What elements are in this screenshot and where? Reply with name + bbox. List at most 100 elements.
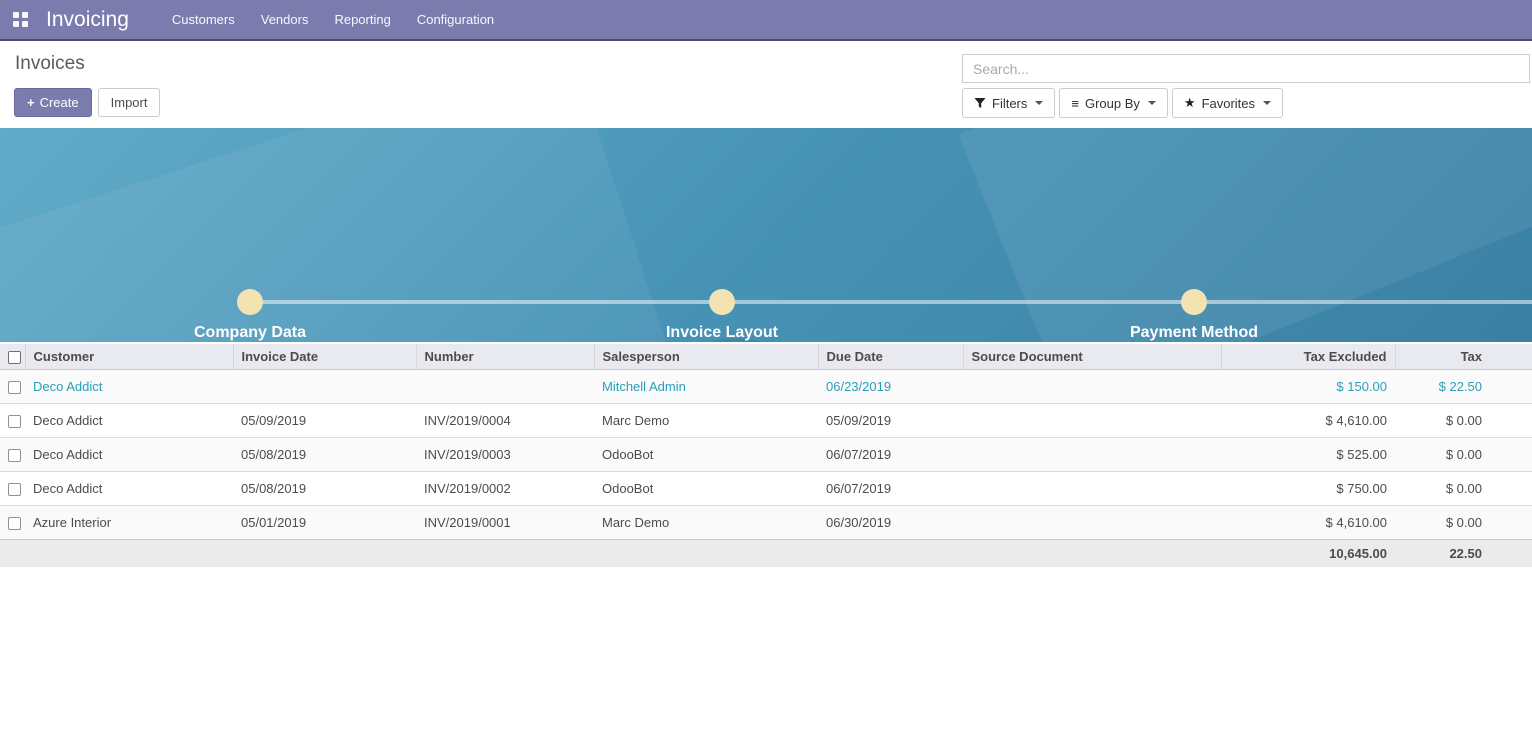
- tax-excluded-total: 10,645.00: [1221, 540, 1395, 568]
- table-row[interactable]: Deco Addict 05/09/2019 INV/2019/0004 Mar…: [0, 404, 1532, 438]
- onboarding-progress-line: [250, 300, 1532, 304]
- cell-tax-excluded[interactable]: $ 4,610.00: [1221, 506, 1395, 540]
- cell-tax[interactable]: $ 22.50: [1395, 370, 1532, 404]
- cell-customer[interactable]: Deco Addict: [25, 472, 233, 506]
- table-row[interactable]: Deco Addict Mitchell Admin 06/23/2019 $ …: [0, 370, 1532, 404]
- column-source-document[interactable]: Source Document: [963, 344, 1221, 370]
- tax-total: 22.50: [1395, 540, 1532, 568]
- cell-tax-excluded[interactable]: $ 4,610.00: [1221, 404, 1395, 438]
- table-footer-row: 10,645.00 22.50: [0, 540, 1532, 568]
- menu-reporting[interactable]: Reporting: [321, 0, 403, 40]
- create-button[interactable]: +Create: [14, 88, 92, 117]
- step-dot-payment-method: [1181, 289, 1207, 315]
- table-row[interactable]: Deco Addict 05/08/2019 INV/2019/0003 Odo…: [0, 438, 1532, 472]
- cell-source-document[interactable]: [963, 438, 1221, 472]
- cell-tax-excluded[interactable]: $ 525.00: [1221, 438, 1395, 472]
- filter-icon: [974, 97, 986, 109]
- cell-tax-excluded[interactable]: $ 750.00: [1221, 472, 1395, 506]
- row-select-cell[interactable]: [0, 370, 25, 404]
- row-select-cell[interactable]: [0, 438, 25, 472]
- control-panel: Invoices +Create Import Filters ≡ Group …: [0, 41, 1532, 128]
- import-button[interactable]: Import: [98, 88, 161, 117]
- row-checkbox[interactable]: [8, 483, 21, 496]
- cell-number[interactable]: INV/2019/0002: [416, 472, 594, 506]
- table-row[interactable]: Azure Interior 05/01/2019 INV/2019/0001 …: [0, 506, 1532, 540]
- step-title: Payment Method: [1034, 324, 1354, 342]
- cell-invoice-date[interactable]: 05/08/2019: [233, 472, 416, 506]
- column-invoice-date[interactable]: Invoice Date: [233, 344, 416, 370]
- page-title: Invoices: [15, 53, 85, 75]
- onboarding-banner: Company Data Set your company's data for…: [0, 128, 1532, 342]
- cell-customer[interactable]: Azure Interior: [25, 506, 233, 540]
- chevron-down-icon: [1263, 101, 1271, 105]
- cell-salesperson[interactable]: Marc Demo: [594, 506, 818, 540]
- select-all-checkbox[interactable]: [8, 351, 21, 364]
- onboarding-step-invoice-layout: Invoice Layout Customize the look of you…: [562, 324, 882, 342]
- table-row[interactable]: Deco Addict 05/08/2019 INV/2019/0002 Odo…: [0, 472, 1532, 506]
- cell-salesperson[interactable]: Marc Demo: [594, 404, 818, 438]
- top-navbar: Invoicing Customers Vendors Reporting Co…: [0, 0, 1532, 41]
- search-input[interactable]: [962, 54, 1530, 83]
- select-all-cell[interactable]: [0, 344, 25, 370]
- cell-due-date[interactable]: 05/09/2019: [818, 404, 963, 438]
- favorites-button[interactable]: ★ Favorites: [1172, 88, 1283, 118]
- banner-decoration: [0, 128, 674, 342]
- column-tax-excluded[interactable]: Tax Excluded: [1221, 344, 1395, 370]
- cell-number[interactable]: INV/2019/0003: [416, 438, 594, 472]
- menu-vendors[interactable]: Vendors: [248, 0, 322, 40]
- table-header-row: Customer Invoice Date Number Salesperson…: [0, 344, 1532, 370]
- cell-invoice-date[interactable]: [233, 370, 416, 404]
- cell-salesperson[interactable]: OdooBot: [594, 472, 818, 506]
- cell-invoice-date[interactable]: 05/01/2019: [233, 506, 416, 540]
- chevron-down-icon: [1035, 101, 1043, 105]
- column-due-date[interactable]: Due Date: [818, 344, 963, 370]
- cell-due-date[interactable]: 06/07/2019: [818, 472, 963, 506]
- cell-due-date[interactable]: 06/23/2019: [818, 370, 963, 404]
- cell-tax-excluded[interactable]: $ 150.00: [1221, 370, 1395, 404]
- row-checkbox[interactable]: [8, 381, 21, 394]
- cell-source-document[interactable]: [963, 370, 1221, 404]
- step-title: Company Data: [90, 324, 410, 342]
- cell-source-document[interactable]: [963, 472, 1221, 506]
- cell-source-document[interactable]: [963, 506, 1221, 540]
- menu-configuration[interactable]: Configuration: [404, 0, 507, 40]
- cell-tax[interactable]: $ 0.00: [1395, 404, 1532, 438]
- cell-customer[interactable]: Deco Addict: [25, 438, 233, 472]
- menu-customers[interactable]: Customers: [159, 0, 248, 40]
- cell-tax[interactable]: $ 0.00: [1395, 472, 1532, 506]
- cell-source-document[interactable]: [963, 404, 1221, 438]
- onboarding-step-company-data: Company Data Set your company's data for…: [90, 324, 410, 342]
- plus-icon: +: [27, 95, 35, 110]
- cell-number[interactable]: [416, 370, 594, 404]
- column-tax[interactable]: Tax: [1395, 344, 1532, 370]
- cell-number[interactable]: INV/2019/0004: [416, 404, 594, 438]
- invoice-table: Customer Invoice Date Number Salesperson…: [0, 344, 1532, 567]
- filters-button[interactable]: Filters: [962, 88, 1055, 118]
- step-dot-company-data: [237, 289, 263, 315]
- row-checkbox[interactable]: [8, 449, 21, 462]
- apps-menu-button[interactable]: [0, 0, 40, 40]
- star-icon: ★: [1184, 95, 1196, 111]
- cell-tax[interactable]: $ 0.00: [1395, 506, 1532, 540]
- row-select-cell[interactable]: [0, 472, 25, 506]
- row-checkbox[interactable]: [8, 517, 21, 530]
- column-salesperson[interactable]: Salesperson: [594, 344, 818, 370]
- row-checkbox[interactable]: [8, 415, 21, 428]
- cell-number[interactable]: INV/2019/0001: [416, 506, 594, 540]
- cell-due-date[interactable]: 06/30/2019: [818, 506, 963, 540]
- step-title: Invoice Layout: [562, 324, 882, 342]
- column-number[interactable]: Number: [416, 344, 594, 370]
- cell-customer[interactable]: Deco Addict: [25, 370, 233, 404]
- row-select-cell[interactable]: [0, 404, 25, 438]
- column-customer[interactable]: Customer: [25, 344, 233, 370]
- cell-salesperson[interactable]: Mitchell Admin: [594, 370, 818, 404]
- cell-invoice-date[interactable]: 05/08/2019: [233, 438, 416, 472]
- cell-customer[interactable]: Deco Addict: [25, 404, 233, 438]
- cell-invoice-date[interactable]: 05/09/2019: [233, 404, 416, 438]
- cell-due-date[interactable]: 06/07/2019: [818, 438, 963, 472]
- step-dot-invoice-layout: [709, 289, 735, 315]
- group-by-button[interactable]: ≡ Group By: [1059, 88, 1168, 118]
- row-select-cell[interactable]: [0, 506, 25, 540]
- cell-salesperson[interactable]: OdooBot: [594, 438, 818, 472]
- cell-tax[interactable]: $ 0.00: [1395, 438, 1532, 472]
